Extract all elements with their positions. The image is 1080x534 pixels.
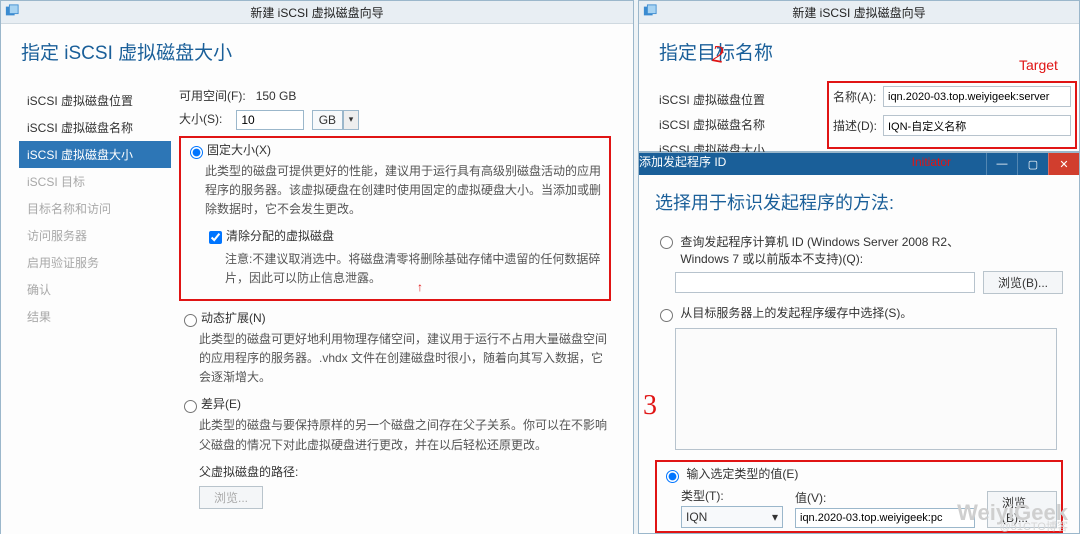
step-result: 结果 xyxy=(19,303,171,330)
query-id-input[interactable] xyxy=(675,272,975,293)
window-buttons: — ▢ ✕ xyxy=(986,153,1079,175)
size-input[interactable] xyxy=(236,110,304,130)
step-confirm: 确认 xyxy=(19,276,171,303)
annotation-initiator: Initiator xyxy=(912,155,951,169)
clear-note: 注意:不建议取消选中。将磁盘清零将删除基础存储中遗留的任何数据碎片，因此可以防止… xyxy=(225,250,605,288)
value-label: 值(V): xyxy=(795,489,975,506)
step-target: iSCSI 目标 xyxy=(19,168,171,195)
cache-listbox[interactable] xyxy=(675,328,1057,450)
radio-from-cache-label: 从目标服务器上的发起程序缓存中选择(S)。 xyxy=(680,306,912,320)
step-location[interactable]: iSCSI 虚拟磁盘位置 xyxy=(657,87,767,112)
value-input[interactable] xyxy=(795,508,975,528)
dialog-body: 选择用于标识发起程序的方法: 查询发起程序计算机 ID (Windows Ser… xyxy=(639,175,1079,534)
radio-from-cache[interactable] xyxy=(660,309,673,322)
type-label: 类型(T): xyxy=(681,487,783,504)
size-form: 可用空间(F): 150 GB 大小(S): GB▾ 固定大小(X) 此类型的磁… xyxy=(179,87,611,509)
step-name[interactable]: iSCSI 虚拟磁盘名称 xyxy=(19,114,171,141)
page-heading: 指定 iSCSI 虚拟磁盘大小 xyxy=(21,38,633,65)
free-space-label: 可用空间(F): xyxy=(179,87,246,104)
radio-dynamic[interactable] xyxy=(184,314,197,327)
radio-query-id[interactable] xyxy=(660,236,673,249)
annotation-target: Target xyxy=(1019,57,1058,73)
target-form: 名称(A): 描述(D): xyxy=(827,81,1077,149)
title-bar: 添加发起程序 ID — ▢ ✕ xyxy=(639,153,1079,175)
step-target-name: 目标名称和访问 xyxy=(19,195,171,222)
name-label: 名称(A): xyxy=(833,88,883,105)
title-bar: 新建 iSCSI 虚拟磁盘向导 xyxy=(639,1,1079,24)
step-location[interactable]: iSCSI 虚拟磁盘位置 xyxy=(19,87,171,114)
browse-button: 浏览... xyxy=(199,486,263,509)
wizard-steps: iSCSI 虚拟磁盘位置 iSCSI 虚拟磁盘名称 iSCSI 虚拟磁盘大小 xyxy=(657,87,767,162)
size-label: 大小(S): xyxy=(179,110,222,127)
app-icon xyxy=(5,4,19,21)
window-title: 新建 iSCSI 虚拟磁盘向导 xyxy=(250,4,383,21)
radio-dynamic-label: 动态扩展(N) xyxy=(201,311,266,325)
unit-dropdown[interactable]: ▾ xyxy=(343,110,359,130)
radio-fixed[interactable] xyxy=(190,146,203,159)
step-size[interactable]: iSCSI 虚拟磁盘大小 xyxy=(19,141,171,168)
diff-desc: 此类型的磁盘与要保持原样的另一个磁盘之间存在父子关系。你可以在不影响父磁盘的情况… xyxy=(199,416,611,454)
checkbox-clear-label: 清除分配的虚拟磁盘 xyxy=(226,229,334,243)
add-initiator-dialog: 添加发起程序 ID — ▢ ✕ 选择用于标识发起程序的方法: 查询发起程序计算机… xyxy=(638,152,1080,534)
size-unit[interactable]: GB xyxy=(312,110,343,130)
annotation-3: 3 xyxy=(643,390,657,422)
radio-diff[interactable] xyxy=(184,400,197,413)
free-space-value: 150 GB xyxy=(256,89,297,103)
radio-diff-label: 差异(E) xyxy=(201,397,241,411)
maximize-button[interactable]: ▢ xyxy=(1017,153,1048,175)
close-button[interactable]: ✕ xyxy=(1048,153,1079,175)
type-select[interactable]: IQN ▾ xyxy=(681,506,783,528)
browse-button-1[interactable]: 浏览(B)... xyxy=(983,271,1063,294)
radio-query-id-label: 查询发起程序计算机 ID (Windows Server 2008 R2、Win… xyxy=(680,233,980,267)
title-bar: 新建 iSCSI 虚拟磁盘向导 xyxy=(1,1,633,24)
fixed-size-section: 固定大小(X) 此类型的磁盘可提供更好的性能，建议用于运行具有高级别磁盘活动的应… xyxy=(179,136,611,301)
annotation-arrow: ↑ xyxy=(417,280,423,295)
watermark-sub: @51CTO博客 xyxy=(1000,518,1068,534)
window-title: 添加发起程序 ID xyxy=(639,155,726,169)
parent-path-label: 父虚拟磁盘的路径: xyxy=(199,465,298,479)
radio-enter-value-label: 输入选定类型的值(E) xyxy=(686,467,798,481)
desc-label: 描述(D): xyxy=(833,117,883,134)
app-icon xyxy=(643,4,657,21)
radio-fixed-label: 固定大小(X) xyxy=(207,143,271,157)
dialog-heading: 选择用于标识发起程序的方法: xyxy=(655,189,1063,215)
checkbox-clear[interactable] xyxy=(209,231,222,244)
dynamic-desc: 此类型的磁盘可更好地利用物理存储空间，建议用于运行不占用大量磁盘空间的应用程序的… xyxy=(199,330,611,388)
step-access-server: 访问服务器 xyxy=(19,222,171,249)
chevron-down-icon: ▾ xyxy=(772,510,778,524)
desc-input[interactable] xyxy=(883,115,1071,136)
step-auth: 启用验证服务 xyxy=(19,249,171,276)
type-value: IQN xyxy=(686,510,707,524)
wizard-target-name-pane: 新建 iSCSI 虚拟磁盘向导 指定目标名称 Target iSCSI 虚拟磁盘… xyxy=(638,0,1080,152)
radio-enter-value[interactable] xyxy=(666,470,679,483)
fixed-desc: 此类型的磁盘可提供更好的性能，建议用于运行具有高级别磁盘活动的应用程序的服务器。… xyxy=(205,162,605,220)
minimize-button[interactable]: — xyxy=(986,153,1017,175)
name-input[interactable] xyxy=(883,86,1071,107)
step-name[interactable]: iSCSI 虚拟磁盘名称 xyxy=(657,112,767,137)
wizard-steps: iSCSI 虚拟磁盘位置 iSCSI 虚拟磁盘名称 iSCSI 虚拟磁盘大小 i… xyxy=(19,87,171,330)
wizard-size-pane: 新建 iSCSI 虚拟磁盘向导 指定 iSCSI 虚拟磁盘大小 iSCSI 虚拟… xyxy=(0,0,634,534)
window-title: 新建 iSCSI 虚拟磁盘向导 xyxy=(792,4,925,21)
